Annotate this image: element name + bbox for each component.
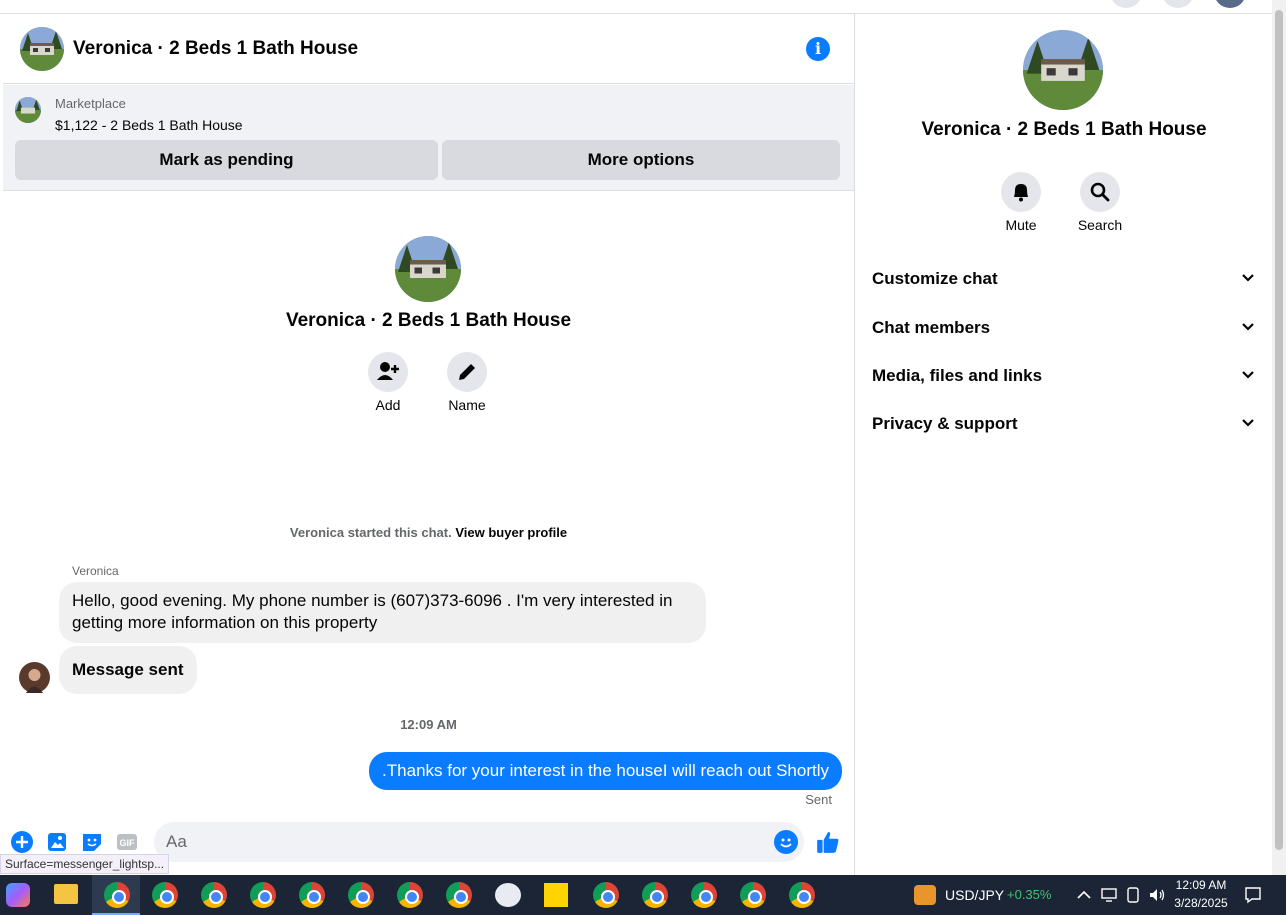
chrome-icon[interactable] <box>691 882 717 908</box>
chrome-icon[interactable] <box>397 882 423 908</box>
incoming-message[interactable]: Message sent <box>59 646 197 694</box>
add-label: Add <box>375 397 401 413</box>
chevron-down-icon <box>1242 274 1254 282</box>
bell-icon <box>1014 184 1028 202</box>
scrollbar-thumb[interactable] <box>1275 10 1283 850</box>
chrome-icon[interactable] <box>201 882 227 908</box>
plus-circle-icon[interactable] <box>10 830 34 854</box>
like-icon[interactable] <box>815 829 841 855</box>
started-text: Veronica started this chat. <box>289 525 452 540</box>
copilot-icon[interactable] <box>6 883 30 907</box>
privacy-support-section[interactable]: Privacy & support <box>872 409 1256 439</box>
chat-pane: Veronica · 2 Beds 1 Bath House i Marketp… <box>3 14 854 875</box>
network-icon[interactable] <box>1100 886 1118 904</box>
add-person-button[interactable] <box>368 352 408 392</box>
sticky-notes-icon[interactable] <box>544 883 568 907</box>
device-icon[interactable] <box>1125 886 1141 904</box>
ticker-change: +0.35% <box>1007 887 1052 902</box>
message-composer <box>154 822 804 862</box>
svg-text:GIF: GIF <box>120 838 136 848</box>
listing-price-title[interactable]: $1,122 - 2 Beds 1 Bath House <box>55 117 243 133</box>
emoji-icon[interactable] <box>774 830 798 854</box>
intro-title: Veronica · 2 Beds 1 Bath House <box>285 310 572 331</box>
details-avatar[interactable] <box>1023 30 1103 110</box>
top-strip <box>0 0 1272 14</box>
chevron-down-icon <box>1242 419 1254 427</box>
sticker-icon[interactable] <box>80 830 104 854</box>
menu-button[interactable] <box>1110 0 1142 8</box>
search-icon <box>1090 182 1110 202</box>
chevron-down-icon <box>1242 323 1254 331</box>
chrome-icon[interactable] <box>642 882 668 908</box>
chevron-up-icon[interactable] <box>1076 888 1092 902</box>
chat-header: Veronica · 2 Beds 1 Bath House i <box>3 14 854 84</box>
message-input[interactable] <box>154 822 744 862</box>
message-timestamp: 12:09 AM <box>400 717 457 732</box>
search-button[interactable] <box>1080 172 1120 212</box>
file-explorer-icon[interactable] <box>54 884 78 904</box>
chrome-icon[interactable] <box>104 882 130 908</box>
sender-avatar[interactable] <box>19 662 50 693</box>
stock-widget-icon[interactable] <box>914 885 936 905</box>
listing-thumbnail[interactable] <box>15 97 41 123</box>
pencil-icon <box>459 364 475 380</box>
section-label: Privacy & support <box>872 414 1018 433</box>
outgoing-message[interactable]: .Thanks for your interest in the houseI … <box>369 752 842 790</box>
notification-center-icon[interactable] <box>1243 885 1263 905</box>
clock-date[interactable]: 3/28/2025 <box>1170 896 1232 910</box>
status-url-tooltip: Surface=messenger_lightsp... <box>0 854 170 874</box>
paint-icon[interactable] <box>495 883 521 907</box>
chrome-icon[interactable] <box>446 882 472 908</box>
search-label: Search <box>1077 217 1123 233</box>
gif-icon[interactable]: GIF <box>115 830 139 854</box>
chevron-down-icon <box>1242 371 1254 379</box>
page-scrollbar[interactable] <box>1272 0 1286 875</box>
sender-name: Veronica <box>72 564 119 578</box>
sent-status: Sent <box>805 792 832 807</box>
view-buyer-profile-link[interactable]: View buyer profile <box>455 525 567 540</box>
chrome-icon[interactable] <box>152 882 178 908</box>
marketplace-listing-banner: Marketplace $1,122 - 2 Beds 1 Bath House… <box>3 85 854 191</box>
details-pane: Veronica · 2 Beds 1 Bath House Mute Sear… <box>854 14 1272 875</box>
rename-button[interactable] <box>447 352 487 392</box>
info-icon[interactable]: i <box>806 37 830 61</box>
mute-button[interactable] <box>1001 172 1041 212</box>
chrome-icon[interactable] <box>593 882 619 908</box>
mute-label: Mute <box>1005 217 1037 233</box>
customize-chat-section[interactable]: Customize chat <box>872 264 1256 294</box>
details-title: Veronica · 2 Beds 1 Bath House <box>921 119 1207 140</box>
chat-avatar[interactable] <box>20 27 64 71</box>
media-files-links-section[interactable]: Media, files and links <box>872 361 1256 391</box>
photo-icon[interactable] <box>45 830 69 854</box>
speaker-icon[interactable] <box>1148 886 1166 904</box>
ticker-label[interactable]: USD/JPY <box>945 887 1004 903</box>
intro-avatar[interactable] <box>395 236 461 302</box>
add-person-icon <box>377 362 399 380</box>
chrome-icon[interactable] <box>789 882 815 908</box>
section-label: Chat members <box>872 318 991 337</box>
section-label: Media, files and links <box>872 366 1043 385</box>
windows-taskbar: USD/JPY +0.35% 12:09 AM 3/28/2025 <box>0 875 1286 915</box>
mark-as-pending-button[interactable]: Mark as pending <box>15 140 438 180</box>
incoming-message[interactable]: Hello, good evening. My phone number is … <box>59 582 706 643</box>
chrome-icon[interactable] <box>348 882 374 908</box>
chat-members-section[interactable]: Chat members <box>872 313 1256 343</box>
marketplace-label: Marketplace <box>55 96 126 111</box>
clock-time[interactable]: 12:09 AM <box>1170 878 1232 892</box>
section-label: Customize chat <box>872 269 998 288</box>
chat-started-note: Veronica started this chat. View buyer p… <box>3 525 854 540</box>
more-options-button[interactable]: More options <box>442 140 840 180</box>
account-avatar[interactable] <box>1214 0 1246 8</box>
notifications-button[interactable] <box>1162 0 1194 8</box>
chat-title[interactable]: Veronica · 2 Beds 1 Bath House <box>73 38 358 60</box>
name-label: Name <box>448 397 486 413</box>
chrome-icon[interactable] <box>250 882 276 908</box>
chrome-icon[interactable] <box>299 882 325 908</box>
chrome-icon[interactable] <box>740 882 766 908</box>
